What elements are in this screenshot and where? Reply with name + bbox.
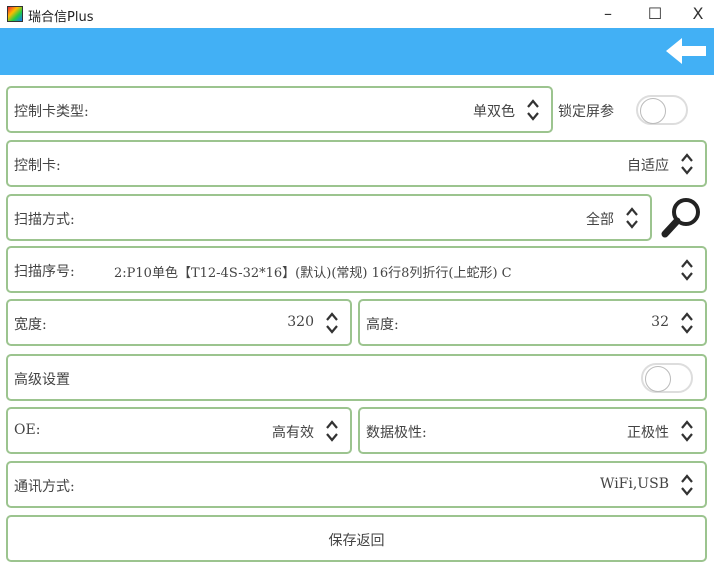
updown-chevron-icon <box>679 152 695 176</box>
lock-params-toggle[interactable] <box>636 95 688 125</box>
height-value: 32 <box>651 314 669 330</box>
card-type-label: 控制卡类型: <box>14 104 89 120</box>
oe-label: OE: <box>14 422 41 438</box>
oe-value: 高有效 <box>272 425 314 441</box>
advanced-settings-label: 高级设置 <box>14 372 70 388</box>
card-value: 自适应 <box>627 158 669 174</box>
header-bar <box>0 28 714 75</box>
updown-chevron-icon <box>324 419 340 443</box>
scan-mode-value: 全部 <box>586 212 614 228</box>
minimize-button[interactable]: – <box>588 2 628 26</box>
scan-number-value: 2:P10单色【T12-4S-32*16】(默认)(常规) 16行8列折行(上蛇… <box>114 266 512 281</box>
card-select[interactable]: 控制卡: 自适应 <box>6 140 707 187</box>
scan-mode-label: 扫描方式: <box>14 212 75 228</box>
maximize-button[interactable]: ☐ <box>635 2 675 26</box>
updown-chevron-icon <box>525 98 541 122</box>
height-stepper[interactable]: 高度: 32 <box>358 299 707 346</box>
scan-number-label: 扫描序号: <box>14 264 75 280</box>
width-label: 宽度: <box>14 317 47 333</box>
app-logo-icon <box>7 6 23 22</box>
width-stepper[interactable]: 宽度: 320 <box>6 299 352 346</box>
card-type-select[interactable]: 控制卡类型: 单双色 <box>6 86 553 133</box>
data-polarity-select[interactable]: 数据极性: 正极性 <box>358 407 707 454</box>
comm-mode-label: 通讯方式: <box>14 479 75 495</box>
close-button[interactable]: X <box>678 2 714 26</box>
scan-number-select[interactable]: 扫描序号: 2:P10单色【T12-4S-32*16】(默认)(常规) 16行8… <box>6 246 707 293</box>
updown-chevron-icon <box>324 311 340 335</box>
updown-chevron-icon <box>679 311 695 335</box>
back-arrow-icon[interactable] <box>666 38 706 64</box>
search-icon[interactable] <box>660 195 704 239</box>
data-polarity-label: 数据极性: <box>366 425 427 441</box>
advanced-settings-toggle[interactable] <box>641 363 693 393</box>
scan-mode-select[interactable]: 扫描方式: 全部 <box>6 194 652 241</box>
save-return-label: 保存返回 <box>328 533 385 549</box>
comm-mode-select[interactable]: 通讯方式: WiFi,USB <box>6 461 707 508</box>
card-type-value: 单双色 <box>473 104 515 120</box>
updown-chevron-icon <box>624 206 640 230</box>
save-return-button[interactable]: 保存返回 <box>6 515 707 562</box>
window-title: 瑞合信Plus <box>28 10 94 25</box>
oe-select[interactable]: OE: 高有效 <box>6 407 352 454</box>
updown-chevron-icon <box>679 419 695 443</box>
lock-params-label: 锁定屏参 <box>558 104 614 120</box>
advanced-settings-row: 高级设置 <box>6 354 707 401</box>
data-polarity-value: 正极性 <box>627 425 669 441</box>
width-value: 320 <box>287 314 314 330</box>
card-label: 控制卡: <box>14 158 61 174</box>
updown-chevron-icon <box>679 258 695 282</box>
height-label: 高度: <box>366 317 399 333</box>
updown-chevron-icon <box>679 473 695 497</box>
title-bar: 瑞合信Plus – ☐ X <box>0 0 714 28</box>
comm-mode-value: WiFi,USB <box>600 476 669 492</box>
